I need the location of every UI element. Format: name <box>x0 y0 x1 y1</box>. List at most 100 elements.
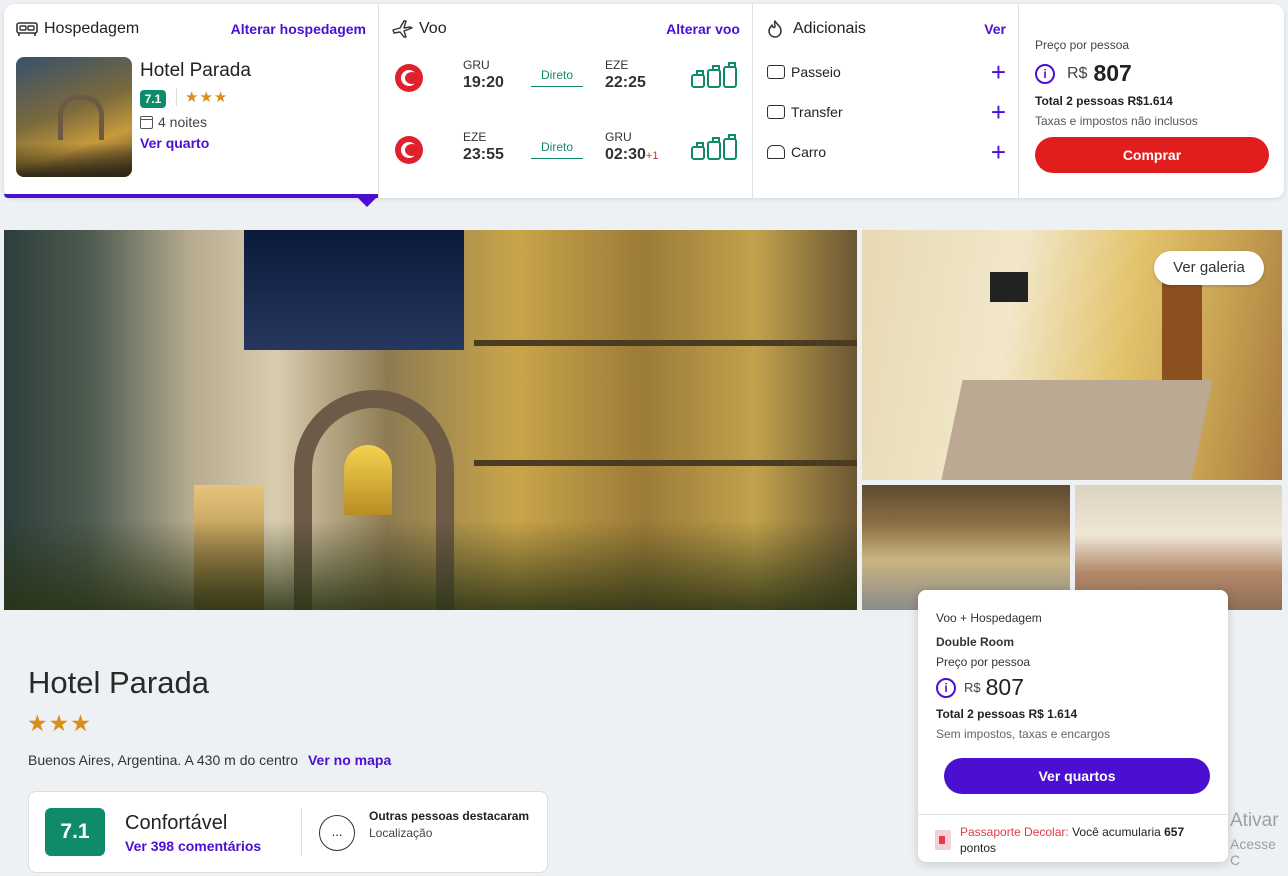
divider <box>918 814 1228 815</box>
price-amount: 807 <box>1093 60 1132 86</box>
price-section: Preço por pessoa i R$ 807 Total 2 pessoa… <box>1018 4 1284 198</box>
divider <box>301 808 302 856</box>
location-text: Buenos Aires, Argentina. A 430 m do cent… <box>28 752 299 768</box>
see-room-link[interactable]: Ver quarto <box>140 135 209 151</box>
extras-section: Adicionais Ver Passeio + Transfer + Carr… <box>752 4 1018 198</box>
highlight-title: Outras pessoas destacaram <box>369 809 530 823</box>
price-row: i R$ 807 <box>936 674 1024 701</box>
info-icon[interactable]: i <box>1035 63 1055 84</box>
airline-logo-icon <box>395 64 423 92</box>
rating-card: 7.1 Confortável Ver 398 comentários ... … <box>28 791 548 873</box>
next-day-indicator: +1 <box>645 150 659 162</box>
total-price: Total 2 pessoas R$1.614 <box>1035 94 1173 108</box>
currency: R$ <box>964 680 981 695</box>
info-icon[interactable]: i <box>936 677 956 698</box>
flight-section-title: Voo <box>419 20 447 37</box>
flame-icon <box>765 20 787 38</box>
nights-info: 4 noites <box>140 114 207 130</box>
destination-code: EZE <box>605 58 629 72</box>
os-activation-watermark: Ativar <box>1230 810 1279 831</box>
baggage-icon <box>691 134 737 160</box>
extra-item-car[interactable]: Carro + <box>767 139 1006 165</box>
departure-time: 23:55 <box>463 146 504 163</box>
bus-icon <box>767 105 785 119</box>
rating-score: 7.1 <box>45 808 105 856</box>
baggage-icon <box>691 62 737 88</box>
add-icon[interactable]: + <box>991 99 1006 125</box>
os-activation-watermark-sub: Acesse C <box>1230 836 1276 868</box>
arrival-time-value: 02:30 <box>605 146 646 163</box>
passport-icon <box>935 830 951 850</box>
route-line <box>531 158 583 159</box>
hotel-section: Hospedagem Alterar hospedagem Hotel Para… <box>4 4 378 207</box>
buy-button[interactable]: Comprar <box>1035 137 1269 173</box>
see-extras-link[interactable]: Ver <box>984 21 1006 37</box>
score-badge: 7.1 <box>140 90 166 108</box>
bed-icon <box>16 20 38 38</box>
add-icon[interactable]: + <box>991 59 1006 85</box>
tax-note: Sem impostos, taxas e encargos <box>936 727 1111 741</box>
nights-label: 4 noites <box>158 114 208 130</box>
highlight-value: Localização <box>369 826 433 840</box>
chat-bubble-icon: ... <box>319 815 355 851</box>
price-summary-card: Voo + Hospedagem Double Room Preço por p… <box>918 590 1228 862</box>
see-rooms-button[interactable]: Ver quartos <box>944 758 1210 794</box>
flight-section-header: Voo Alterar voo <box>391 18 740 40</box>
price-per-person-label: Preço por pessoa <box>936 655 1031 669</box>
total-price: Total 2 pessoas R$ 1.614 <box>936 707 1078 721</box>
stops-label: Direto <box>540 68 573 82</box>
extra-label: Carro <box>791 144 827 160</box>
departure-time: 19:20 <box>463 74 504 91</box>
price-per-person-label: Preço por pessoa <box>1035 38 1130 52</box>
arrival-time: 22:25 <box>605 74 646 92</box>
flight-leg-outbound[interactable]: GRU 19:20 Direto EZE 22:25 <box>393 58 743 98</box>
room-type: Double Room <box>936 635 1014 649</box>
flight-leg-return[interactable]: EZE 23:55 Direto GRU 02:30+1 <box>393 130 743 170</box>
loyalty-brand: Passaporte Decolar: <box>960 825 1069 839</box>
extra-label: Passeio <box>791 64 841 80</box>
change-hotel-link[interactable]: Alterar hospedagem <box>231 21 366 37</box>
change-flight-link[interactable]: Alterar voo <box>666 21 740 37</box>
hotel-section-title: Hospedagem <box>44 20 140 37</box>
hotel-stars: ★★★ <box>27 710 92 736</box>
origin-code: EZE <box>463 130 487 144</box>
loyalty-suffix: pontos <box>960 841 997 855</box>
calendar-icon <box>140 115 153 129</box>
package-type: Voo + Hospedagem <box>936 611 1042 625</box>
airplane-icon <box>391 20 413 38</box>
extra-item-transfer[interactable]: Transfer + <box>767 99 1006 125</box>
route-line <box>531 86 583 87</box>
main-hotel-photo[interactable] <box>4 230 857 610</box>
see-gallery-button[interactable]: Ver galeria <box>1154 251 1264 285</box>
hotel-section-header: Hospedagem Alterar hospedagem <box>16 18 366 40</box>
hotel-thumbnail[interactable] <box>16 57 132 177</box>
see-map-link[interactable]: Ver no mapa <box>308 752 391 768</box>
origin-code: GRU <box>463 58 490 72</box>
tax-note: Taxas e impostos não inclusos <box>1035 114 1198 128</box>
price-amount: 807 <box>985 674 1024 700</box>
currency: R$ <box>1067 64 1088 82</box>
loyalty-points: 657 <box>1164 825 1185 839</box>
reviews-link[interactable]: Ver 398 comentários <box>125 838 261 854</box>
extras-section-title: Adicionais <box>793 20 866 37</box>
extras-section-header: Adicionais Ver <box>765 18 1006 40</box>
ticket-icon <box>767 65 785 79</box>
rating-word: Confortável <box>125 812 228 834</box>
airline-logo-icon <box>395 136 423 164</box>
active-tab-indicator <box>4 194 378 198</box>
trip-summary-card: Hospedagem Alterar hospedagem Hotel Para… <box>4 4 1284 207</box>
arrival-time-value: 22:25 <box>605 74 646 91</box>
loyalty-text: Você acumularia <box>1068 825 1165 839</box>
page-title: Hotel Parada <box>28 665 209 700</box>
hotel-name: Hotel Parada <box>140 60 251 81</box>
add-icon[interactable]: + <box>991 139 1006 165</box>
arrival-time: 02:30+1 <box>605 146 658 164</box>
price-row: i R$ 807 <box>1035 60 1132 87</box>
hotel-stars: ★★★ <box>176 88 228 106</box>
stops-label: Direto <box>540 140 573 154</box>
extra-label: Transfer <box>791 104 843 120</box>
loyalty-points-note: Passaporte Decolar: Você acumularia 657 p… <box>960 824 1208 856</box>
active-tab-pointer <box>358 198 376 207</box>
extra-item-tour[interactable]: Passeio + <box>767 59 1006 85</box>
flight-section: Voo Alterar voo GRU 19:20 Direto EZE 22:… <box>378 4 752 198</box>
